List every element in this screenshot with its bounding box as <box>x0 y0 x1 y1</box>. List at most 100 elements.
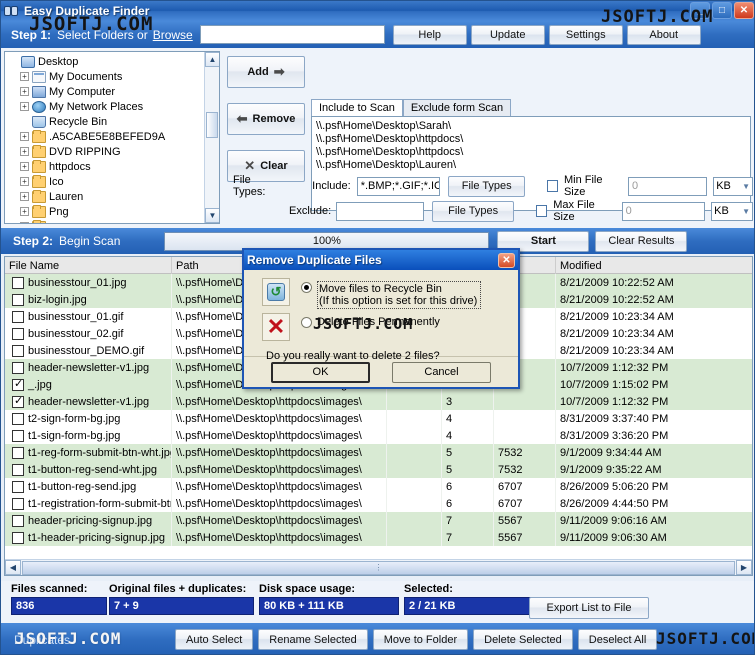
list-item[interactable]: \\.psf\Home\Desktop\Sarah\ <box>316 120 746 133</box>
expander-icon[interactable]: + <box>20 147 29 156</box>
update-button[interactable]: Update <box>470 24 545 45</box>
row-checkbox[interactable] <box>12 446 24 459</box>
permanent-option-wrap[interactable]: Delete Files Permanently <box>301 316 440 328</box>
expander-icon[interactable]: + <box>20 222 29 223</box>
clear-results-button[interactable]: Clear Results <box>595 230 688 252</box>
row-checkbox[interactable] <box>12 310 24 323</box>
tree-item-popup[interactable]: + popup <box>7 219 204 223</box>
row-checkbox[interactable] <box>12 463 24 476</box>
table-row[interactable]: t2-sign-form-bg.jpg \\.psf\Home\Desktop\h… <box>5 410 752 427</box>
expander-icon[interactable]: + <box>20 177 29 186</box>
table-row[interactable]: t1-registration-form-submit-btn... \\.psf… <box>5 495 752 512</box>
expander-icon[interactable]: + <box>20 87 29 96</box>
dialog-close-button[interactable]: ✕ <box>498 252 515 268</box>
close-button[interactable]: ✕ <box>734 2 754 19</box>
row-checkbox[interactable] <box>12 394 24 408</box>
dialog-cancel-button[interactable]: Cancel <box>392 361 491 383</box>
recycle-option-wrap[interactable]: Move files to Recycle Bin (If this optio… <box>301 281 482 309</box>
auto-select-button[interactable]: Auto Select <box>175 629 254 650</box>
tab-exclude-from-scan[interactable]: Exclude form Scan <box>402 99 512 116</box>
delete-selected-button[interactable]: Delete Selected <box>473 629 573 650</box>
tree-item-desktop[interactable]: Desktop <box>7 54 204 69</box>
row-checkbox[interactable] <box>12 361 24 374</box>
tree-item-dvd-ripping[interactable]: + DVD RIPPING <box>7 144 204 159</box>
table-row[interactable]: header-newsletter-v1.jpg \\.psf\Home\Desk… <box>5 393 752 410</box>
rename-selected-button[interactable]: Rename Selected <box>258 629 368 650</box>
radio-delete-permanently[interactable] <box>301 317 312 328</box>
table-row[interactable]: t1-button-reg-send.jpg \\.psf\Home\Deskto… <box>5 478 752 495</box>
table-row[interactable]: header-pricing-signup.jpg \\.psf\Home\Des… <box>5 512 752 529</box>
min-file-size-input[interactable]: 0 <box>628 176 708 196</box>
row-checkbox[interactable] <box>12 531 24 544</box>
include-filetypes-input[interactable]: *.BMP;*.GIF;*.ICO;*. <box>356 176 441 196</box>
tree-item-my-documents[interactable]: + My Documents <box>7 69 204 84</box>
tree-item-my-network-places[interactable]: + My Network Places <box>7 99 204 114</box>
tree-vertical-scrollbar[interactable]: ▲ ▼ <box>204 52 219 223</box>
tree-item-recycle-bin[interactable]: Recycle Bin <box>7 114 204 129</box>
expander-icon[interactable]: + <box>20 132 29 141</box>
expander-icon[interactable]: + <box>20 162 29 171</box>
max-file-size-input[interactable]: 0 <box>621 201 706 221</box>
row-checkbox[interactable] <box>12 412 24 425</box>
settings-button[interactable]: Settings <box>548 24 623 45</box>
tree-item-lauren[interactable]: + Lauren <box>7 189 204 204</box>
table-row[interactable]: t1-header-pricing-signup.jpg \\.psf\Home\… <box>5 529 752 546</box>
scroll-up-icon[interactable]: ▲ <box>205 52 219 67</box>
table-row[interactable]: t1-sign-form-bg.jpg \\.psf\Home\Desktop\h… <box>5 427 752 444</box>
column-header-modified[interactable]: Modified <box>556 257 746 274</box>
row-checkbox[interactable] <box>12 497 24 510</box>
expander-icon[interactable]: + <box>20 207 29 216</box>
maximize-button[interactable]: □ <box>712 2 732 19</box>
min-file-size-checkbox[interactable] <box>547 180 558 192</box>
row-checkbox[interactable] <box>12 429 24 442</box>
recycle-bin-option-row[interactable]: ↺ Move files to Recycle Bin (If this opt… <box>262 278 518 309</box>
list-item[interactable]: \\.psf\Home\Desktop\Lauren\ <box>316 159 746 172</box>
deselect-all-button[interactable]: Deselect All <box>577 629 658 650</box>
max-file-size-unit-select[interactable]: KB ▼ <box>711 201 753 221</box>
folder-tree[interactable]: Desktop + My Documents + My Computer + M… <box>4 51 220 224</box>
row-checkbox[interactable] <box>12 276 24 289</box>
tree-item-my-computer[interactable]: + My Computer <box>7 84 204 99</box>
expander-icon[interactable]: + <box>20 72 29 81</box>
browse-link[interactable]: Browse <box>153 28 193 42</box>
row-checkbox[interactable] <box>12 514 24 527</box>
remove-button[interactable]: ⬅ Remove <box>227 103 305 135</box>
list-item[interactable]: \\.psf\Home\Desktop\httpdocs\ <box>316 146 746 159</box>
tree-item-httpdocs[interactable]: + httpdocs <box>7 159 204 174</box>
column-header-file-name[interactable]: File Name <box>5 257 172 274</box>
scrollbar-thumb[interactable] <box>206 112 218 138</box>
minimize-button[interactable]: _ <box>690 2 710 19</box>
list-item[interactable]: \\.psf\Home\Desktop\httpdocs\ <box>316 133 746 146</box>
delete-permanently-option-row[interactable]: ✕ Delete Files Permanently <box>262 313 518 341</box>
row-checkbox[interactable] <box>12 344 24 357</box>
tree-item-ico[interactable]: + Ico <box>7 174 204 189</box>
scrollbar-thumb[interactable]: ⋮ <box>22 560 735 575</box>
row-checkbox[interactable] <box>12 327 24 340</box>
export-list-to-file-button[interactable]: Export List to File <box>529 597 649 619</box>
grid-horizontal-scrollbar[interactable]: ◀ ⋮ ▶ <box>5 559 752 575</box>
expander-icon[interactable]: + <box>20 102 29 111</box>
radio-move-to-recycle-bin[interactable] <box>301 282 312 293</box>
about-button[interactable]: About <box>626 24 701 45</box>
row-checkbox[interactable] <box>12 377 24 391</box>
tab-include-to-scan[interactable]: Include to Scan <box>311 99 403 116</box>
row-checkbox[interactable] <box>12 480 24 493</box>
add-button[interactable]: Add ➡ <box>227 56 305 88</box>
scan-folder-list[interactable]: \\.psf\Home\Desktop\Sarah\ \\.psf\Home\D… <box>311 116 751 211</box>
tree-item-a5cabe5e8befed9a[interactable]: + .A5CABE5E8BEFED9A <box>7 129 204 144</box>
exclude-file-types-button[interactable]: File Types <box>432 200 514 222</box>
tree-item-png[interactable]: + Png <box>7 204 204 219</box>
scroll-left-icon[interactable]: ◀ <box>5 560 21 575</box>
folder-path-input[interactable] <box>199 25 385 44</box>
exclude-filetypes-input[interactable] <box>336 201 425 221</box>
scroll-down-icon[interactable]: ▼ <box>205 208 219 223</box>
row-checkbox[interactable] <box>12 293 24 306</box>
help-button[interactable]: Help <box>392 24 467 45</box>
expander-icon[interactable]: + <box>20 192 29 201</box>
table-row[interactable]: t1-reg-form-submit-btn-wht.jpg \\.psf\Hom… <box>5 444 752 461</box>
move-to-folder-button[interactable]: Move to Folder <box>372 629 469 650</box>
include-file-types-button[interactable]: File Types <box>448 175 526 197</box>
dialog-ok-button[interactable]: OK <box>271 361 370 383</box>
max-file-size-checkbox[interactable] <box>535 205 548 217</box>
scroll-right-icon[interactable]: ▶ <box>736 560 752 575</box>
